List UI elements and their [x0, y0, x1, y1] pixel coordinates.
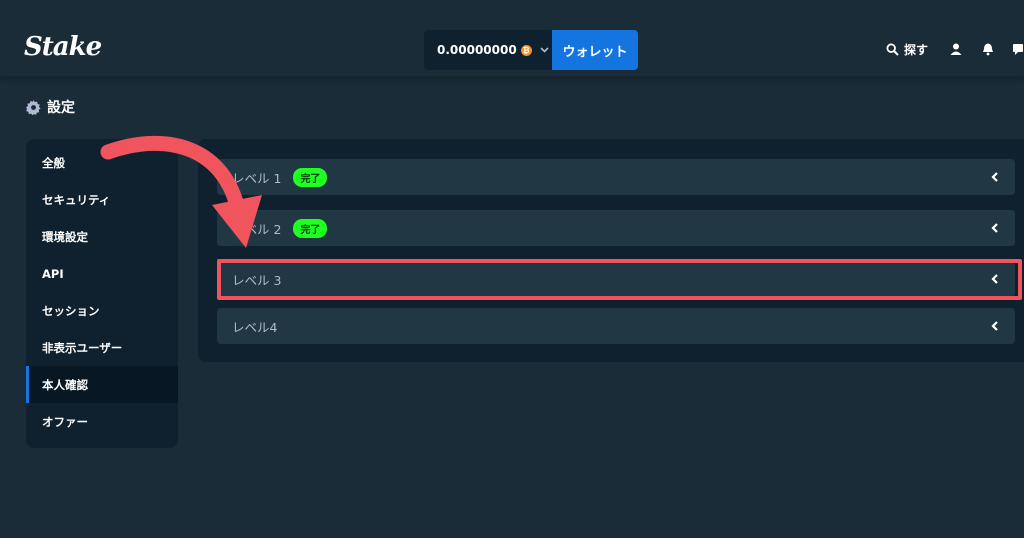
wallet-button[interactable]: ウォレット: [552, 30, 638, 70]
chevron-down-icon: [540, 45, 549, 56]
sidebar-item-sessions[interactable]: セッション: [26, 292, 178, 329]
level-3-highlight-box: [217, 259, 1022, 300]
level-label: レベル4: [232, 319, 278, 335]
balance-value: 0.00000000: [437, 43, 517, 57]
page-title-text: 設定: [47, 100, 75, 116]
complete-badge: 完了: [293, 218, 328, 238]
sidebar-item-api[interactable]: API: [26, 255, 178, 292]
sidebar-item-label: 本人確認: [42, 377, 88, 392]
sidebar-item-general[interactable]: 全般: [26, 144, 178, 181]
bitcoin-icon: ₿: [520, 44, 532, 56]
bell-icon[interactable]: [981, 42, 995, 56]
level-2-row[interactable]: レベル 2 完了: [217, 210, 1015, 246]
sidebar-item-label: 環境設定: [42, 229, 88, 244]
level-4-row[interactable]: レベル4: [217, 308, 1015, 344]
complete-badge: 完了: [293, 167, 328, 187]
user-icon[interactable]: [949, 42, 963, 56]
page-title: 設定: [26, 97, 75, 117]
level-label: レベル 1: [232, 170, 282, 186]
level-label: レベル 2: [232, 221, 282, 237]
search-icon: [886, 42, 899, 56]
stake-logo[interactable]: Stake: [24, 32, 102, 62]
sidebar-item-label: API: [42, 266, 64, 281]
chevron-left-icon[interactable]: [989, 169, 1001, 185]
verification-panel: レベル 1 完了 レベル 2 完了 レベル 3 レベル4: [198, 139, 1024, 362]
search-label: 探す: [904, 42, 929, 57]
balance-selector[interactable]: 0.00000000 ₿: [424, 30, 552, 70]
settings-sidebar: 全般 セキュリティ 環境設定 API セッション 非表示ユーザー 本人確認 オフ…: [26, 139, 178, 448]
sidebar-item-verification[interactable]: 本人確認: [26, 366, 178, 403]
gear-icon: [26, 99, 41, 115]
sidebar-item-label: セキュリティ: [42, 192, 111, 207]
level-1-row[interactable]: レベル 1 完了: [217, 159, 1015, 195]
top-header: Stake 0.00000000 ₿ ウォレット 探す: [0, 0, 1024, 76]
chat-icon[interactable]: [1012, 42, 1024, 56]
sidebar-item-security[interactable]: セキュリティ: [26, 181, 178, 218]
sidebar-item-offers[interactable]: オファー: [26, 403, 178, 440]
sidebar-item-label: オファー: [42, 414, 88, 429]
sidebar-item-ignored-users[interactable]: 非表示ユーザー: [26, 329, 178, 366]
sidebar-item-preferences[interactable]: 環境設定: [26, 218, 178, 255]
chevron-left-icon[interactable]: [989, 220, 1001, 236]
search-button[interactable]: 探す: [886, 40, 928, 58]
sidebar-item-label: セッション: [42, 303, 100, 318]
sidebar-item-label: 非表示ユーザー: [42, 340, 123, 355]
chevron-left-icon[interactable]: [989, 318, 1001, 334]
sidebar-item-label: 全般: [42, 155, 65, 170]
